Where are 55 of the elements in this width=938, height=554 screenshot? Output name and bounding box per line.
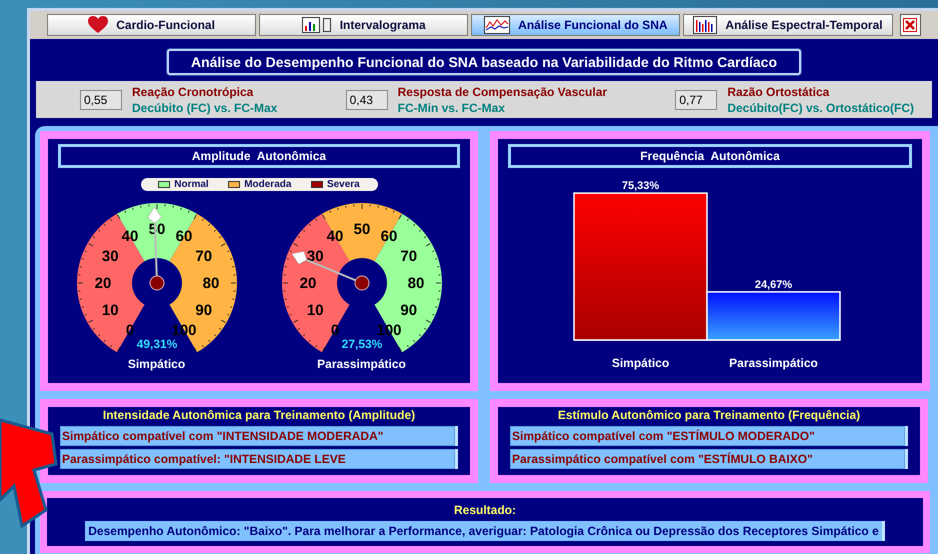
scale-label: 70 bbox=[400, 248, 417, 265]
page-title: Análise do Desempenho Funcional do SNA baseado na Variabilidade do Ritmo Cardíaco bbox=[166, 49, 802, 75]
scale-label: 80 bbox=[202, 275, 219, 292]
training-title: Estímulo Autonômico para Treinamento (Frequência) bbox=[556, 407, 862, 423]
index-subtitle: Decúbito(FC) vs. Ortostático(FC) bbox=[727, 100, 914, 116]
index-subtitle: FC-Min vs. FC-Max bbox=[398, 100, 506, 116]
tab[interactable]: Análise Funcional do SNA bbox=[471, 14, 680, 36]
gauge-reading: 27,53% bbox=[341, 337, 382, 351]
needle-hub bbox=[354, 276, 369, 290]
scale-label: 10 bbox=[101, 302, 118, 319]
legend-label: Severa bbox=[326, 178, 360, 192]
scale-label: 60 bbox=[175, 228, 192, 246]
index-subtitle: Decúbito (FC) vs. FC-Max bbox=[132, 100, 278, 116]
tab[interactable]: Intervalograma bbox=[259, 14, 468, 36]
gauge-label: Parassimpático bbox=[317, 357, 406, 371]
scale-label: 90 bbox=[194, 302, 212, 319]
result-title: Resultado: bbox=[454, 502, 516, 519]
category-label: Parassimpático bbox=[729, 356, 818, 370]
bar-value-label: 24,67% bbox=[754, 278, 792, 291]
tab[interactable]: Análise Espectral-Temporal bbox=[683, 14, 893, 36]
index-title: Reação Cronotrópica bbox=[132, 84, 254, 100]
scale-label: 60 bbox=[380, 228, 397, 246]
scale-label: 10 bbox=[306, 302, 324, 319]
heart-icon bbox=[88, 16, 108, 34]
bar-value-label: 75,33% bbox=[622, 180, 660, 192]
chart-document-icon bbox=[302, 17, 332, 33]
gauge-label: Simpático bbox=[128, 357, 186, 371]
close-icon bbox=[903, 18, 918, 32]
spectrum-chart-icon bbox=[484, 16, 510, 34]
tab[interactable]: Cardio-Funcional bbox=[47, 14, 256, 36]
scale-label: 30 bbox=[306, 248, 324, 265]
panel-title: Amplitude Autonômica bbox=[58, 144, 460, 168]
scale-label: 70 bbox=[194, 248, 212, 265]
scale-label: 20 bbox=[94, 275, 111, 292]
training-title: Intensidade Autonômica para Treinamento (Amplitude) bbox=[102, 407, 416, 423]
scale-label: 30 bbox=[101, 248, 118, 265]
index-title: Razão Ortostática bbox=[727, 84, 830, 100]
index-title: Resposta de Compensação Vascular bbox=[398, 84, 608, 100]
category-label: Simpático bbox=[612, 356, 670, 370]
panel-title: Frequência Autonômica bbox=[508, 144, 912, 168]
scale-label: 20 bbox=[299, 275, 316, 292]
scale-label: 90 bbox=[400, 302, 417, 319]
value-field[interactable]: 0,55 bbox=[80, 90, 122, 110]
value-field[interactable]: 0,77 bbox=[675, 90, 718, 110]
scale-label: 40 bbox=[326, 228, 343, 246]
bar-chart-icon bbox=[693, 16, 718, 34]
result-text: Desempenho Autonômico: "Baixo". Para melhorar a Performance, averiguar: Patologia Crônica ou Depressão dos Receptores Simpático e bbox=[85, 521, 885, 541]
close-button[interactable] bbox=[900, 14, 922, 36]
legend-label: Normal bbox=[174, 178, 209, 192]
needle-hub bbox=[149, 276, 164, 290]
gauge-reading: 49,31% bbox=[136, 337, 177, 351]
value-field[interactable]: 0,43 bbox=[346, 90, 388, 110]
scale-label: 80 bbox=[407, 275, 424, 292]
scale-label: 50 bbox=[353, 221, 370, 238]
legend-label: Moderada bbox=[244, 178, 292, 192]
